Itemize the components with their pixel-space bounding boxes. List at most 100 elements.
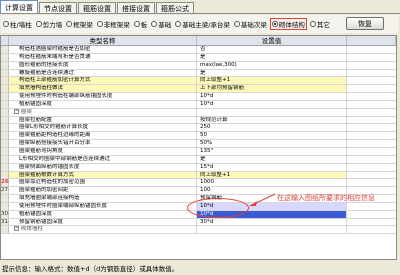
tab-calc-settings[interactable]: 计算设置 xyxy=(0,0,38,14)
radio-frame-beam[interactable]: 框架梁 xyxy=(66,19,93,29)
row-number xyxy=(1,171,9,179)
row-setting-value[interactable]: 135° xyxy=(197,147,347,155)
grid-row[interactable]: L形相交时圈梁中部钢筋是否连续通过 是 xyxy=(1,155,396,164)
row-filler xyxy=(347,93,396,100)
radio-masonry-structure[interactable]: 砌体结构 xyxy=(269,18,307,30)
radio-dot xyxy=(309,21,316,27)
collapse-icon[interactable]: − xyxy=(14,226,19,232)
grid-row[interactable]: 构造柱上部箍筋加密计算方式 向上取整+1 xyxy=(1,77,396,86)
row-filler xyxy=(347,219,396,226)
header-filler xyxy=(347,36,396,45)
row-type-name-text: 圈梁L形相交时箍筋计算长度 xyxy=(19,124,89,131)
row-setting-value[interactable]: 是 xyxy=(197,53,347,61)
row-type-name: 构造柱箍筋末端弯折是否贯通 xyxy=(9,53,197,61)
collapse-icon[interactable]: − xyxy=(14,108,19,114)
grid-row[interactable]: 植筋锚固深度 10*d xyxy=(1,100,396,109)
settings-tabs: 计算设置 节点设置 箍筋设置 搭接设置 箍筋公式 xyxy=(0,0,400,14)
radio-foundation-secondary-beam[interactable]: 基础次梁 xyxy=(233,19,267,29)
row-setting-value[interactable]: 10*d xyxy=(197,100,347,108)
grid-row[interactable]: 螺旋箍筋是否连续通过 是 xyxy=(1,69,396,78)
row-setting-value[interactable]: 50% xyxy=(197,140,347,147)
grid-row[interactable]: 构造柱遇圈梁时箍筋是否加密 否 xyxy=(1,46,396,54)
row-filler xyxy=(347,203,396,210)
row-filler xyxy=(347,109,396,116)
radio-shear-wall[interactable]: 剪力墙 xyxy=(35,19,62,29)
row-type-name-text: 植筋锚固深度 xyxy=(19,100,53,107)
row-type-name: 圈梁侧面纵筋的锚固长度 xyxy=(9,163,197,171)
row-type-name-text: 填充墙构造柱做法 xyxy=(19,85,64,92)
row-filler xyxy=(347,164,396,171)
row-setting-value[interactable]: 上下部均预留钢筋 xyxy=(197,85,347,93)
row-setting-value[interactable]: 30*d xyxy=(197,218,347,226)
radio-nonframe-beam[interactable]: 非框架梁 xyxy=(96,19,130,29)
row-setting-value[interactable]: 10*d xyxy=(197,93,347,100)
row-setting-value[interactable]: 是 xyxy=(197,155,347,163)
grid-row[interactable]: 圈梁箍筋根数计算方式 向上取整+1 xyxy=(1,171,396,180)
row-type-name: 圆形箍筋的搭接长度 xyxy=(9,61,197,69)
grid-group-row[interactable]: − 砌体墙柱 xyxy=(1,226,396,235)
row-setting-value[interactable]: 向上取整+1 xyxy=(197,171,347,179)
grid-row[interactable]: 31 预留钢筋锚固深度 30*d xyxy=(1,218,396,227)
radio-column[interactable]: 柱/墙柱 xyxy=(3,19,32,29)
row-setting-value[interactable]: 250 xyxy=(197,124,347,132)
row-type-name-text: L形相交时圈梁中部钢筋是否连续通过 xyxy=(19,155,111,162)
grid-row[interactable]: 圆形箍筋的搭接长度 max(lae,300) xyxy=(1,61,396,70)
header-type-name: 类型名称 xyxy=(9,36,197,45)
grid-row[interactable]: 构造柱箍筋末端弯折是否贯通 是 xyxy=(1,53,396,62)
grid-row[interactable]: 圈梁箍筋距构造柱边缘的距离 50 xyxy=(1,132,396,141)
restore-button[interactable]: 恢复 xyxy=(346,17,384,30)
grid-group-row[interactable]: − 圈梁 xyxy=(1,108,396,117)
radio-dot xyxy=(151,21,158,27)
row-type-name-text: 圈梁 xyxy=(21,108,33,115)
row-filler xyxy=(347,132,396,139)
row-type-name-text: 使用预埋件时构造柱端部纵筋锚固长度 xyxy=(19,93,113,100)
row-type-name-text: 植筋锚固深度 xyxy=(19,210,53,217)
row-setting-value[interactable]: 50 xyxy=(197,132,347,140)
row-setting-value[interactable]: 否 xyxy=(197,46,347,53)
radio-dot xyxy=(133,21,140,27)
row-type-name-text: 圈梁箍筋的加密间距 xyxy=(19,187,69,194)
grid-row[interactable]: 使用预埋件时构造柱端部纵筋锚固长度 10*d xyxy=(1,93,396,101)
radio-other[interactable]: 其它 xyxy=(309,19,330,29)
annotation-oval xyxy=(187,198,249,218)
row-filler xyxy=(347,148,396,155)
row-number xyxy=(1,140,9,147)
row-type-name-text: 构造柱箍筋末端弯折是否贯通 xyxy=(19,53,91,60)
row-type-name-text: 圈梁纵筋搭接接头错开百分率 xyxy=(19,140,91,147)
row-number xyxy=(1,226,9,234)
grid-row[interactable]: 圈梁拉筋配置 按规范计算 xyxy=(1,116,396,125)
row-number xyxy=(1,163,9,171)
grid-row[interactable]: 26 圈梁靠近构造柱的加密范围 1000 xyxy=(1,179,396,188)
radio-slab[interactable]: 板 xyxy=(133,19,147,29)
row-setting-value[interactable]: 向上取整+1 xyxy=(197,77,347,85)
row-type-name: 构造柱遇圈梁时箍筋是否加密 xyxy=(9,46,197,53)
row-setting-value[interactable] xyxy=(197,108,347,116)
radio-foundation[interactable]: 基础 xyxy=(151,19,171,29)
row-type-name: 圈梁L形相交时箍筋计算长度 xyxy=(9,124,197,132)
grid-row[interactable]: 圈梁L形相交时箍筋计算长度 250 xyxy=(1,124,396,133)
grid-row[interactable]: 圈梁纵筋搭接接头错开百分率 50% xyxy=(1,140,396,148)
row-number xyxy=(1,100,9,108)
row-setting-value[interactable]: 1000 xyxy=(197,179,347,187)
row-filler xyxy=(347,101,396,108)
row-setting-value[interactable]: 是 xyxy=(197,69,347,77)
row-type-name-text: 构造柱上部箍筋加密计算方式 xyxy=(19,77,91,84)
radio-foundation-main-beam[interactable]: 基础主梁/承台梁 xyxy=(175,19,230,29)
row-setting-value[interactable]: 15*d xyxy=(197,163,347,171)
grid-row[interactable]: 圈梁侧面纵筋的锚固长度 15*d xyxy=(1,163,396,172)
annotation-text: 在这输入图纸所要求的相应信息 xyxy=(277,194,375,202)
grid-row[interactable]: 圈梁箍筋弯钩角度 135° xyxy=(1,147,396,156)
row-number xyxy=(1,46,9,53)
row-type-name: − 圈梁 xyxy=(9,108,197,116)
row-type-name-text: 使用预埋件时圈梁端部纵筋锚固长度 xyxy=(19,202,108,209)
row-setting-value[interactable]: 按规范计算 xyxy=(197,116,347,124)
row-setting-value[interactable] xyxy=(197,226,347,234)
row-type-name: 圈梁箍筋的加密间距 xyxy=(9,187,197,195)
component-type-filter: 柱/墙柱 剪力墙 框架梁 非框架梁 板 基础 基础主梁/承台梁 基础次梁 砌体结… xyxy=(1,15,398,33)
radio-dot xyxy=(66,21,73,27)
row-type-name: 填充墙圈梁端部连接构造 xyxy=(9,195,197,202)
grid-row[interactable]: 填充墙构造柱做法 上下部均预留钢筋 xyxy=(1,85,396,94)
row-setting-value[interactable]: max(lae,300) xyxy=(197,61,347,69)
settings-grid: 类型名称 设置值 构造柱遇圈梁时箍筋是否加密否构造柱箍筋末端弯折是否贯通是圆形箍… xyxy=(0,35,397,260)
row-type-name: 使用预埋件时圈梁端部纵筋锚固长度 xyxy=(9,202,197,210)
